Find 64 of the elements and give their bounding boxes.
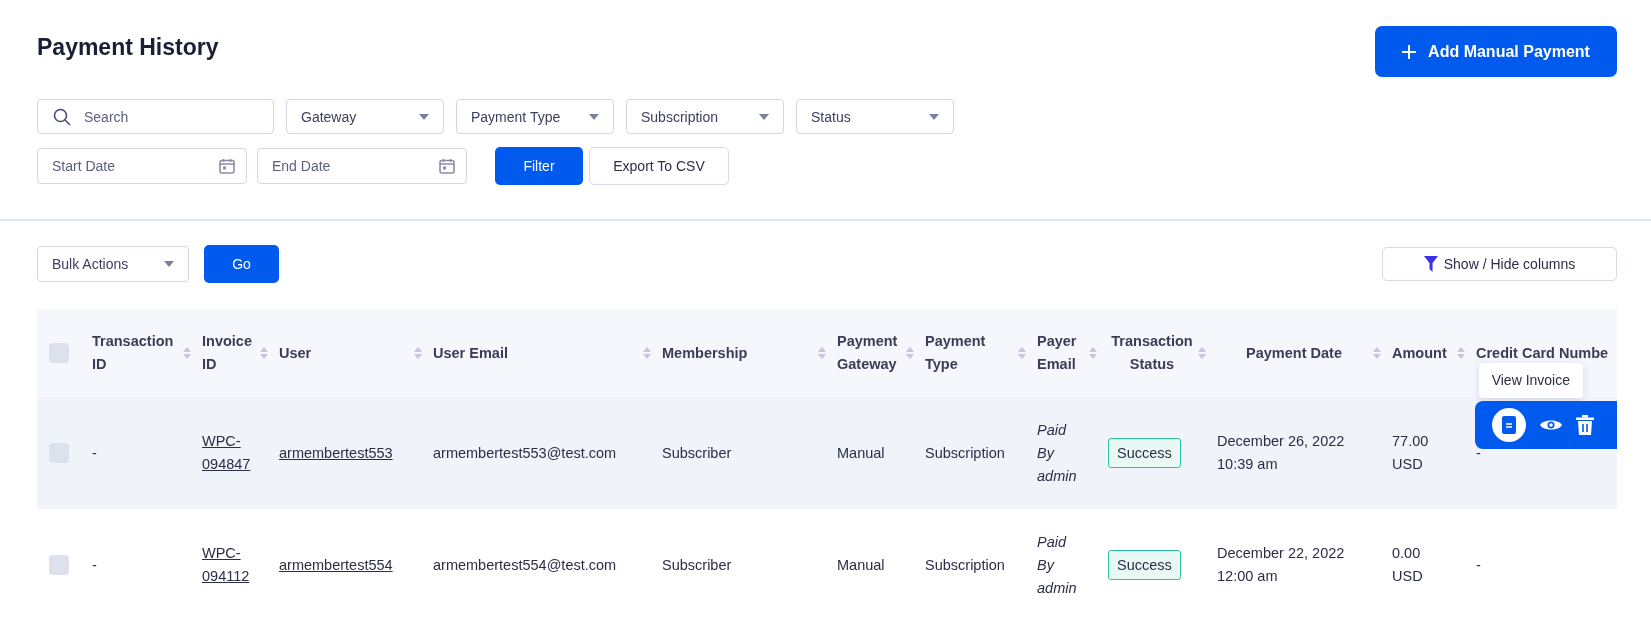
table-cell-text: December 22, 2022 12:00 am [1217, 544, 1346, 586]
table-cell: Manual [837, 444, 885, 461]
page-title: Payment History [37, 34, 219, 61]
table-cell-text: December 26, 2022 10:39 am [1217, 432, 1346, 474]
calendar-icon [439, 158, 455, 174]
table-cell: armembertest553@test.com [433, 444, 617, 461]
search-field[interactable]: Search [37, 99, 274, 134]
filter-button[interactable]: Filter [495, 147, 583, 185]
table-cell: armembertest554@test.com [433, 556, 617, 573]
table-cell-text: Paid By admin [1037, 420, 1077, 486]
funnel-icon [1423, 256, 1438, 272]
column-header[interactable]: Credit Card Numbe [1476, 341, 1609, 365]
dropdown[interactable]: Subscription [626, 99, 784, 134]
eye-icon [1540, 418, 1562, 432]
tooltip: View Invoice [1478, 363, 1583, 398]
user-link[interactable]: armembertest554 [279, 556, 393, 573]
calendar-icon [219, 158, 235, 174]
date-field[interactable]: End Date [257, 148, 467, 184]
column-header[interactable]: User Email [433, 341, 508, 365]
caret-icon [589, 113, 599, 120]
column-header[interactable]: Amount [1392, 341, 1447, 365]
table-cell: Subscriber [662, 444, 732, 461]
go-button[interactable]: Go [204, 245, 279, 283]
view-action-button[interactable] [1540, 418, 1562, 432]
bulk-actions-dropdown[interactable]: Bulk Actions [37, 246, 189, 282]
dropdown[interactable]: Status [796, 99, 954, 134]
plus-icon [1402, 44, 1417, 59]
column-header[interactable]: Payment Date [1217, 341, 1371, 365]
dropdown[interactable]: Gateway [286, 99, 444, 134]
invoice-icon [1502, 416, 1516, 434]
checkbox[interactable] [49, 343, 69, 363]
show-hide-columns-button[interactable]: Show / Hide columns [1382, 247, 1617, 281]
dropdown[interactable]: Payment Type [456, 99, 614, 134]
export-button[interactable]: Export To CSV [589, 147, 729, 185]
table-cell: - [92, 444, 97, 461]
invoice-link[interactable]: WPC-094112 [202, 542, 250, 588]
caret-icon [164, 261, 174, 267]
table-cell: - [1476, 556, 1481, 573]
checkbox[interactable] [49, 555, 69, 575]
table-row[interactable]: - WPC-094112 armembertest554 armembertest554@test.com Subscriber Manual Subscription Paid By admin Success December 22, 2022 12:00 am 0.00 USD - [37, 509, 1617, 621]
table-cell-text: Paid By admin [1037, 532, 1077, 598]
table-cell: Subscriber [662, 556, 732, 573]
table-cell-text: 0.00 USD [1392, 544, 1423, 586]
table-cell: Subscription [925, 444, 1005, 461]
status-badge: Success [1108, 550, 1181, 580]
add-payment-button[interactable]: Add Manual Payment [1375, 26, 1617, 77]
caret-icon [759, 113, 769, 120]
date-field[interactable]: Start Date [37, 148, 247, 184]
user-link[interactable]: armembertest553 [279, 444, 393, 461]
delete-action-button[interactable] [1576, 415, 1594, 435]
caret-icon [419, 113, 429, 120]
table-cell: - [92, 556, 97, 573]
table-cell-text: 77.00 USD [1392, 432, 1429, 474]
table-cell: - [1476, 444, 1481, 461]
invoice-action-button[interactable] [1492, 408, 1526, 442]
search-icon [53, 108, 71, 126]
table-cell: Manual [837, 556, 885, 573]
trash-icon [1576, 415, 1594, 435]
status-badge: Success [1108, 438, 1181, 468]
column-header[interactable]: User [279, 341, 312, 365]
caret-icon [929, 113, 939, 120]
table-cell: Subscription [925, 556, 1005, 573]
invoice-link[interactable]: WPC-094847 [202, 430, 251, 476]
column-header[interactable]: Membership [662, 341, 748, 365]
